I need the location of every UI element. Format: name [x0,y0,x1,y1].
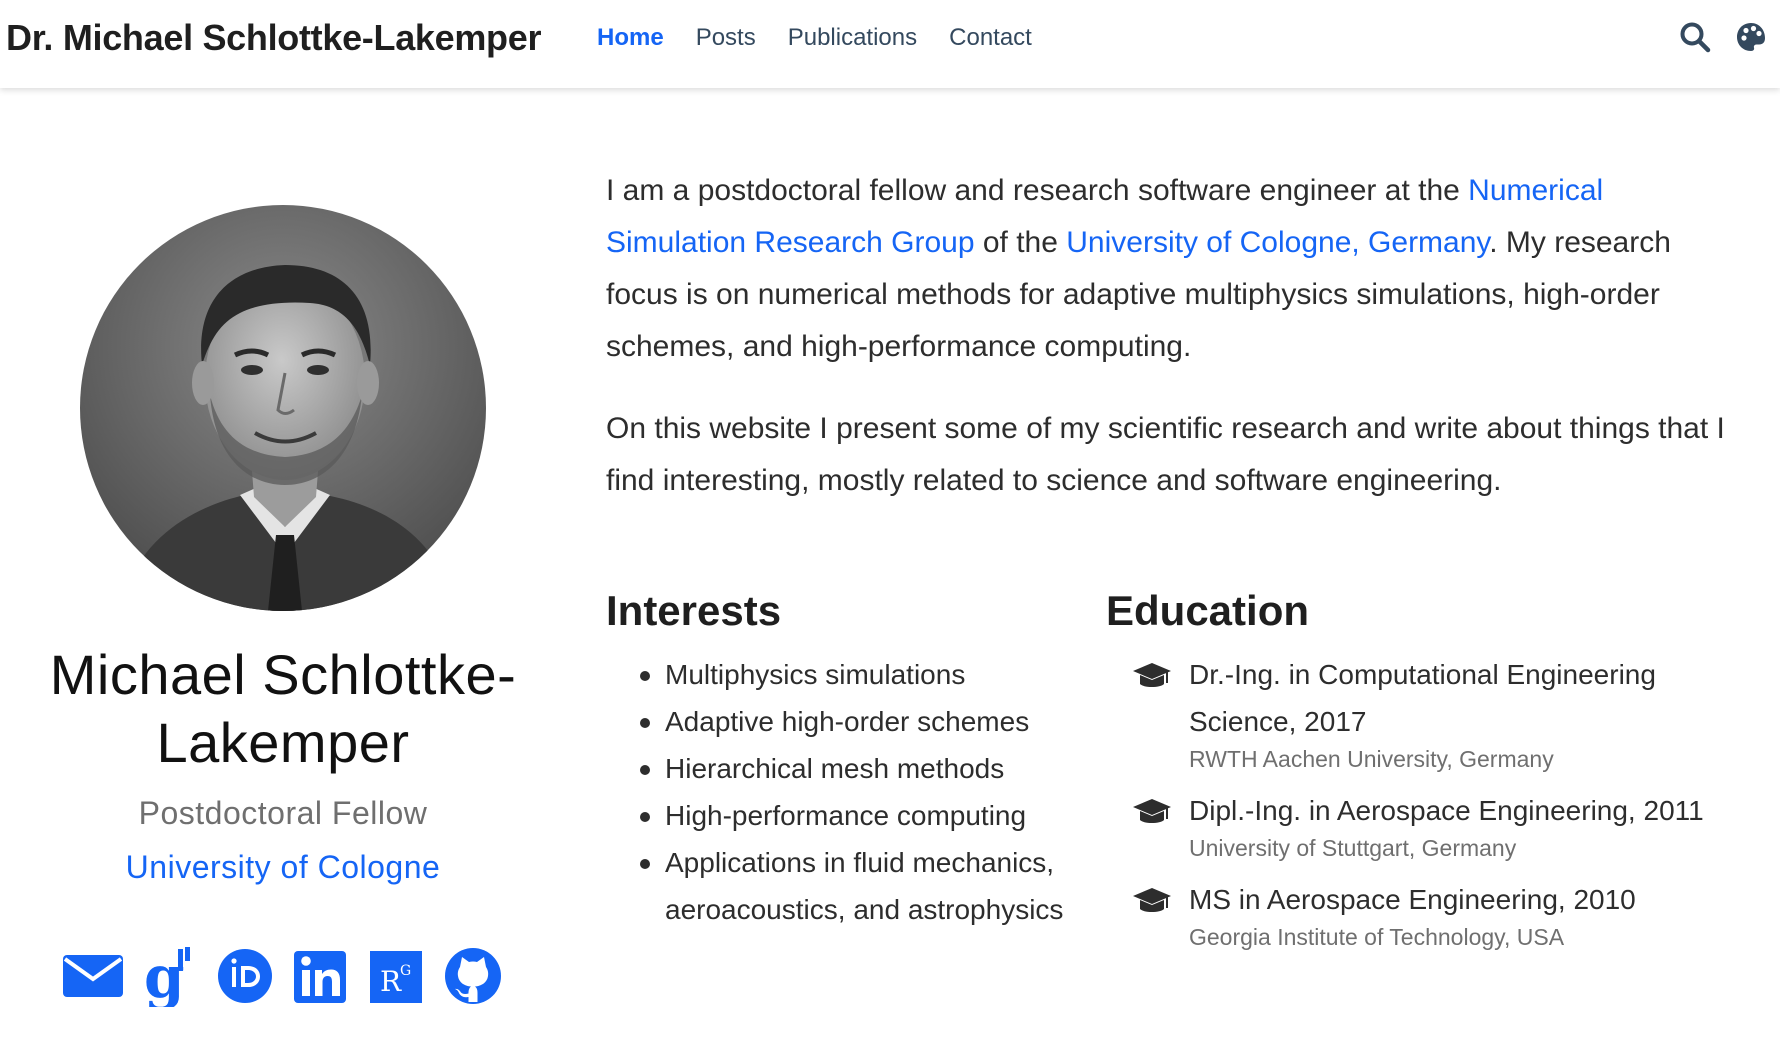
interest-item: High-performance computing [606,792,1076,839]
interests-title: Interests [606,587,782,634]
linkedin-icon[interactable] [290,945,352,1007]
google-scholar-icon[interactable]: g [138,945,200,1007]
bio-text: of the [974,226,1067,259]
education-degree: Dipl.-Ing. in Aerospace Engineering, 201… [1189,795,1704,826]
education-title: Education [1106,587,1310,634]
nav-icons [1656,20,1768,54]
university-link[interactable]: University of Cologne, Germany [1066,226,1489,259]
svg-text:G: G [400,963,411,979]
nav-link-home[interactable]: Home [597,20,664,56]
github-icon[interactable] [442,945,504,1007]
bio-text: I am a postdoctoral fellow and research … [606,174,1469,207]
education-item: MS in Aerospace Engineering, 2010 Georgi… [1106,876,1746,953]
profile-name: Michael Schlottke-Lakemper [49,643,517,774]
researchgate-icon[interactable]: R G [366,945,428,1007]
svg-text:R: R [380,965,402,998]
interest-item: Hierarchical mesh methods [606,745,1076,792]
education-item: Dipl.-Ing. in Aerospace Engineering, 201… [1106,787,1746,864]
nav-link-publications[interactable]: Publications [788,20,917,56]
site-brand[interactable]: Dr. Michael Schlottke-Lakemper [6,14,541,62]
palette-icon[interactable] [1734,20,1768,54]
profile-photo [80,205,486,611]
graduation-cap-icon [1133,663,1171,687]
education-section: Education Dr.-Ing. in Computational Engi… [1106,585,1746,965]
interest-item: Adaptive high-order schemes [606,698,1076,745]
interest-item: Multiphysics simulations [606,651,1076,698]
education-school: RWTH Aachen University, Germany [1189,746,1554,772]
education-school: Georgia Institute of Technology, USA [1189,924,1565,950]
social-links: g R G [0,945,566,1007]
graduation-cap-icon [1133,799,1171,823]
interest-item: Applications in fluid mechanics, aeroaco… [606,839,1076,933]
navbar: Dr. Michael Schlottke-Lakemper Home Post… [0,0,1780,88]
search-icon[interactable] [1678,20,1712,54]
nav-links: Home Posts Publications Contact [597,20,1064,56]
profile-role: Postdoctoral Fellow [138,795,428,831]
graduation-cap-icon [1133,888,1171,912]
orcid-icon[interactable] [214,945,276,1007]
profile-organization-link[interactable]: University of Cologne [0,847,566,887]
profile-card: Michael Schlottke-Lakemper Postdoctoral … [0,205,566,1007]
bio-paragraph-2: On this website I present some of my sci… [606,412,1725,497]
education-school: University of Stuttgart, Germany [1189,835,1517,861]
education-item: Dr.-Ing. in Computational Engineering Sc… [1106,651,1746,775]
nav-link-posts[interactable]: Posts [696,20,756,56]
education-degree: MS in Aerospace Engineering, 2010 [1189,884,1636,915]
envelope-icon[interactable] [62,945,124,1007]
interests-section: Interests Multiphysics simulations Adapt… [606,585,1076,933]
education-degree: Dr.-Ing. in Computational Engineering Sc… [1189,659,1656,737]
education-list: Dr.-Ing. in Computational Engineering Sc… [1106,651,1746,953]
interests-list: Multiphysics simulations Adaptive high-o… [606,651,1076,933]
bio-section: I am a postdoctoral fellow and research … [606,165,1746,537]
bio-paragraph-1: I am a postdoctoral fellow and research … [606,165,1746,373]
nav-link-contact[interactable]: Contact [949,20,1032,56]
